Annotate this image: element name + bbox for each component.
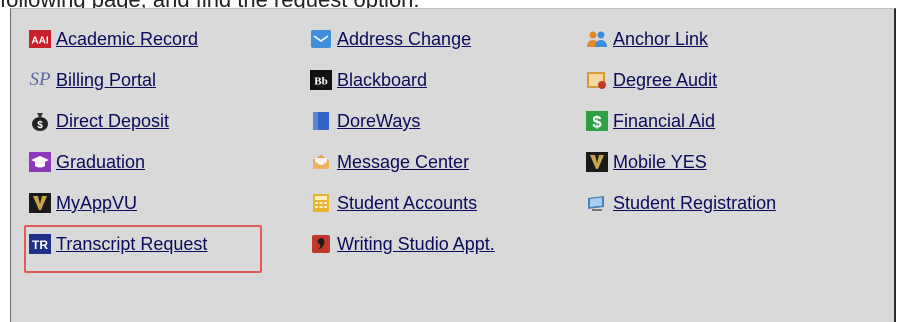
- transcript-request-highlight: [24, 225, 262, 273]
- link-label[interactable]: Blackboard: [337, 69, 427, 91]
- link-label[interactable]: Mobile YES: [613, 151, 707, 173]
- link-label[interactable]: Billing Portal: [56, 69, 156, 91]
- calculator-icon: [310, 193, 332, 213]
- degree-audit-icon: [586, 70, 608, 90]
- people-icon: [586, 29, 608, 49]
- link-label[interactable]: Message Center: [337, 151, 469, 173]
- envelope-icon: [310, 29, 332, 49]
- svg-text:$: $: [37, 120, 43, 131]
- link-student-accounts[interactable]: Student Accounts: [310, 190, 477, 216]
- link-mobile-yes[interactable]: Mobile YES: [586, 149, 707, 175]
- writing-studio-icon: [310, 234, 332, 254]
- link-academic-record[interactable]: AAI Academic Record: [29, 26, 198, 52]
- links-panel: AAI Academic Record SP Billing Portal $ …: [10, 8, 896, 322]
- blue-square-icon: [310, 111, 332, 131]
- link-anchor-link[interactable]: Anchor Link: [586, 26, 708, 52]
- link-label[interactable]: Academic Record: [56, 28, 198, 50]
- svg-text:$: $: [592, 113, 602, 132]
- link-billing-portal[interactable]: SP Billing Portal: [29, 67, 156, 93]
- link-blackboard[interactable]: Bb Blackboard: [310, 67, 427, 93]
- sp-icon: SP: [29, 69, 51, 90]
- link-label[interactable]: Graduation: [56, 151, 145, 173]
- link-label[interactable]: Degree Audit: [613, 69, 717, 91]
- link-graduation[interactable]: Graduation: [29, 149, 145, 175]
- dollar-icon: $: [586, 111, 608, 131]
- link-label[interactable]: Financial Aid: [613, 110, 715, 132]
- link-label[interactable]: DoreWays: [337, 110, 420, 132]
- blackboard-icon: Bb: [310, 70, 332, 90]
- link-label[interactable]: Student Registration: [613, 192, 776, 214]
- money-bag-icon: $: [29, 111, 51, 131]
- link-label[interactable]: Student Accounts: [337, 192, 477, 214]
- link-message-center[interactable]: Message Center: [310, 149, 469, 175]
- link-degree-audit[interactable]: Degree Audit: [586, 67, 717, 93]
- svg-text:AAI: AAI: [31, 36, 48, 47]
- link-direct-deposit[interactable]: $ Direct Deposit: [29, 108, 169, 134]
- vanderbilt-v-icon: [586, 152, 608, 172]
- graduation-cap-icon: [29, 152, 51, 172]
- link-label[interactable]: Address Change: [337, 28, 471, 50]
- vanderbilt-v-icon: [29, 193, 51, 213]
- message-center-icon: [310, 152, 332, 172]
- link-student-registration[interactable]: Student Registration: [586, 190, 776, 216]
- link-doreways[interactable]: DoreWays: [310, 108, 420, 134]
- link-label[interactable]: Anchor Link: [613, 28, 708, 50]
- link-label[interactable]: Direct Deposit: [56, 110, 169, 132]
- aai-icon: AAI: [29, 29, 51, 49]
- svg-text:Bb: Bb: [314, 76, 327, 88]
- monitor-icon: [586, 193, 608, 213]
- link-label[interactable]: MyAppVU: [56, 192, 137, 214]
- link-address-change[interactable]: Address Change: [310, 26, 471, 52]
- link-label[interactable]: Writing Studio Appt.: [337, 233, 495, 255]
- link-writing-studio-appt[interactable]: Writing Studio Appt.: [310, 231, 495, 257]
- link-myappvu[interactable]: MyAppVU: [29, 190, 137, 216]
- link-financial-aid[interactable]: $ Financial Aid: [586, 108, 715, 134]
